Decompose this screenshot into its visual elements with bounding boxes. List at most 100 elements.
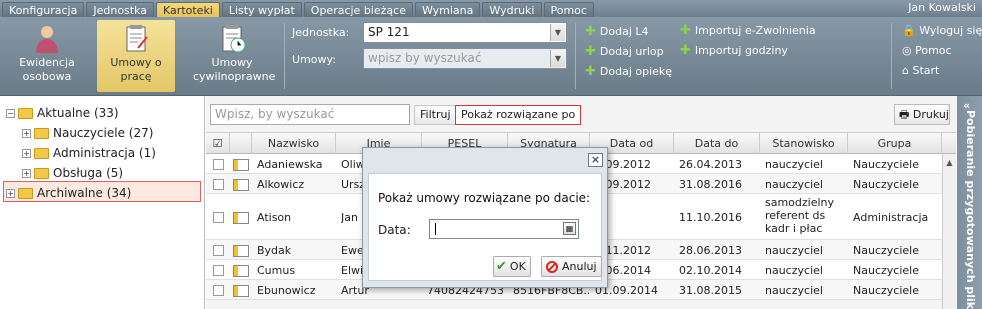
column-header[interactable]: Nazwisko (252, 133, 336, 154)
table-cell: Atison (257, 210, 292, 224)
jednostka-label: Jednostka: (292, 26, 350, 39)
doc-header (230, 133, 252, 154)
date-input[interactable]: ▦ (429, 219, 579, 239)
tree-item[interactable]: + Obsługa (5) (22, 164, 123, 182)
select-all-header[interactable]: ☑ (206, 133, 230, 154)
tree-item[interactable]: + Archiwalne (34) (6, 184, 131, 202)
dodaj-opieke-button[interactable]: ✚ Dodaj opiekę (585, 64, 672, 79)
row-checkbox[interactable] (213, 178, 224, 190)
grid-scrollbar[interactable]: ▲ (942, 154, 956, 309)
folder-icon (18, 187, 33, 199)
tree-item[interactable]: + Administracja (1) (22, 144, 156, 162)
plus-icon: ✚ (680, 43, 691, 58)
calendar-icon[interactable]: ▦ (563, 222, 576, 235)
table-cell: 28.06.2013 (679, 243, 742, 257)
row-checkbox[interactable] (213, 284, 224, 296)
umowy-cywilnoprawne-button[interactable]: Umowy cywilnoprawne (193, 20, 275, 92)
menu-tab-2[interactable]: Kartoteki (156, 2, 220, 17)
dodaj-urlop-label: Dodaj urlop (599, 45, 664, 58)
ribbon: Ewidencja osobowa Umowy o pracę Umowy cy… (0, 17, 982, 96)
ewidencja-osobowa-button[interactable]: Ewidencja osobowa (8, 20, 86, 92)
scroll-up-icon[interactable]: ▲ (943, 158, 956, 167)
table-cell: samodzielny referent ds kadr i płac (765, 196, 835, 235)
text-caret (435, 223, 436, 235)
ok-button[interactable]: ✔ OK (493, 256, 531, 277)
jednostka-select[interactable]: SP 121 ▼ (363, 22, 567, 43)
umowy-o-prace-label: Umowy o pracę (110, 56, 162, 83)
dialog-message: Pokaż umowy rozwiązane po dacie: (378, 191, 591, 205)
drukuj-label: Drukuj (912, 108, 949, 121)
pokaz-rozwiazane-button[interactable]: Pokaż rozwiązane po (455, 105, 582, 125)
chevron-down-icon[interactable]: ▼ (550, 50, 565, 67)
pomoc-button[interactable]: ◎ Pomoc (902, 44, 952, 57)
row-checkbox[interactable] (213, 244, 224, 256)
dodaj-urlop-button[interactable]: ✚ Dodaj urlop (585, 44, 664, 59)
table-cell: 31.08.2016 (679, 177, 742, 191)
ewidencja-label: Ewidencja osobowa (19, 56, 75, 83)
document-icon[interactable] (233, 284, 249, 297)
anuluj-button[interactable]: Anuluj (541, 256, 602, 277)
menu-tab-6[interactable]: Wydruki (482, 2, 542, 17)
grid-search-input[interactable]: Wpisz, by wyszukać (210, 104, 410, 125)
jednostka-value: SP 121 (368, 25, 410, 39)
tree-item[interactable]: − Aktualne (33) (6, 104, 119, 122)
document-icon[interactable] (233, 158, 249, 171)
umowy-search-select[interactable]: wpisz by wyszukać ▼ (363, 48, 567, 69)
document-icon[interactable] (233, 178, 249, 191)
dodaj-l4-button[interactable]: ✚ Dodaj L4 (585, 24, 649, 39)
document-icon[interactable] (233, 244, 249, 257)
dodaj-opieke-label: Dodaj opiekę (599, 65, 673, 78)
date-label: Data: (378, 223, 411, 237)
drukuj-button[interactable]: 🖶 Drukuj (894, 104, 950, 125)
tree-item-label: Aktualne (33) (37, 106, 119, 120)
importuj-godziny-button[interactable]: ✚ Importuj godziny (680, 43, 788, 58)
expand-toggle-icon[interactable]: + (6, 188, 15, 198)
start-button[interactable]: ⌂ Start (902, 64, 939, 77)
umowy-cywilnoprawne-label: Umowy cywilnoprawne (193, 56, 276, 83)
tree-item[interactable]: + Nauczyciele (27) (22, 124, 153, 142)
table-cell: Adaniewska (257, 157, 323, 171)
dodaj-l4-label: Dodaj L4 (599, 25, 649, 38)
document-icon[interactable] (233, 264, 249, 277)
table-cell: 31.08.2015 (679, 283, 742, 297)
tree-item-label: Archiwalne (34) (37, 186, 132, 200)
menu-tab-3[interactable]: Listy wypłat (221, 2, 302, 17)
wyloguj-button[interactable]: 🔒 Wyloguj się (902, 24, 982, 37)
chevron-down-icon[interactable]: ▼ (550, 24, 565, 41)
expand-toggle-icon[interactable]: + (22, 128, 31, 138)
menu-tab-1[interactable]: Jednostka (86, 2, 155, 17)
table-cell: 02.10.2014 (679, 263, 742, 277)
close-icon[interactable]: × (588, 153, 603, 167)
table-cell: nauczyciel (765, 177, 823, 191)
menu-tab-5[interactable]: Wymiana (414, 2, 481, 17)
expand-toggle-icon[interactable]: + (22, 168, 31, 178)
menu-tab-4[interactable]: Operacje bieżące (303, 2, 413, 17)
user-name[interactable]: Jan Kowalski (908, 1, 976, 14)
column-header[interactable]: Grupa (848, 133, 942, 154)
pomoc-label: Pomoc (915, 44, 952, 57)
umowy-o-prace-button[interactable]: Umowy o pracę (97, 20, 175, 92)
lifebuoy-icon: ◎ (902, 44, 912, 57)
menu-tab-7[interactable]: Pomoc (543, 2, 594, 17)
column-header[interactable]: Stanowisko (760, 133, 848, 154)
home-icon: ⌂ (902, 64, 909, 77)
filtruj-button[interactable]: Filtruj (414, 105, 457, 125)
dialog-body: Pokaż umowy rozwiązane po dacie: Data: ▦… (368, 173, 602, 281)
table-cell: nauczyciel (765, 243, 823, 257)
side-panel[interactable]: « Pobieranie przygotowanych plików (957, 96, 982, 309)
side-panel-title: Pobieranie przygotowanych plików (964, 110, 977, 309)
table-cell: Ebunowicz (257, 283, 316, 297)
column-header[interactable]: Data do (674, 133, 760, 154)
row-checkbox[interactable] (213, 211, 224, 223)
expand-toggle-icon[interactable]: + (22, 148, 31, 158)
folder-icon (34, 127, 49, 139)
row-checkbox[interactable] (213, 158, 224, 170)
table-cell: Alkowicz (257, 177, 305, 191)
table-cell: 11.10.2016 (679, 210, 742, 224)
expand-toggle-icon[interactable]: − (6, 108, 15, 118)
importuj-e-zwolnienia-button[interactable]: ✚ Importuj e-Zwolnienia (680, 23, 816, 38)
row-checkbox[interactable] (213, 264, 224, 276)
document-icon[interactable] (233, 211, 249, 224)
menu-tab-0[interactable]: Konfiguracja (2, 2, 85, 17)
umowy-label: Umowy: (292, 53, 336, 66)
